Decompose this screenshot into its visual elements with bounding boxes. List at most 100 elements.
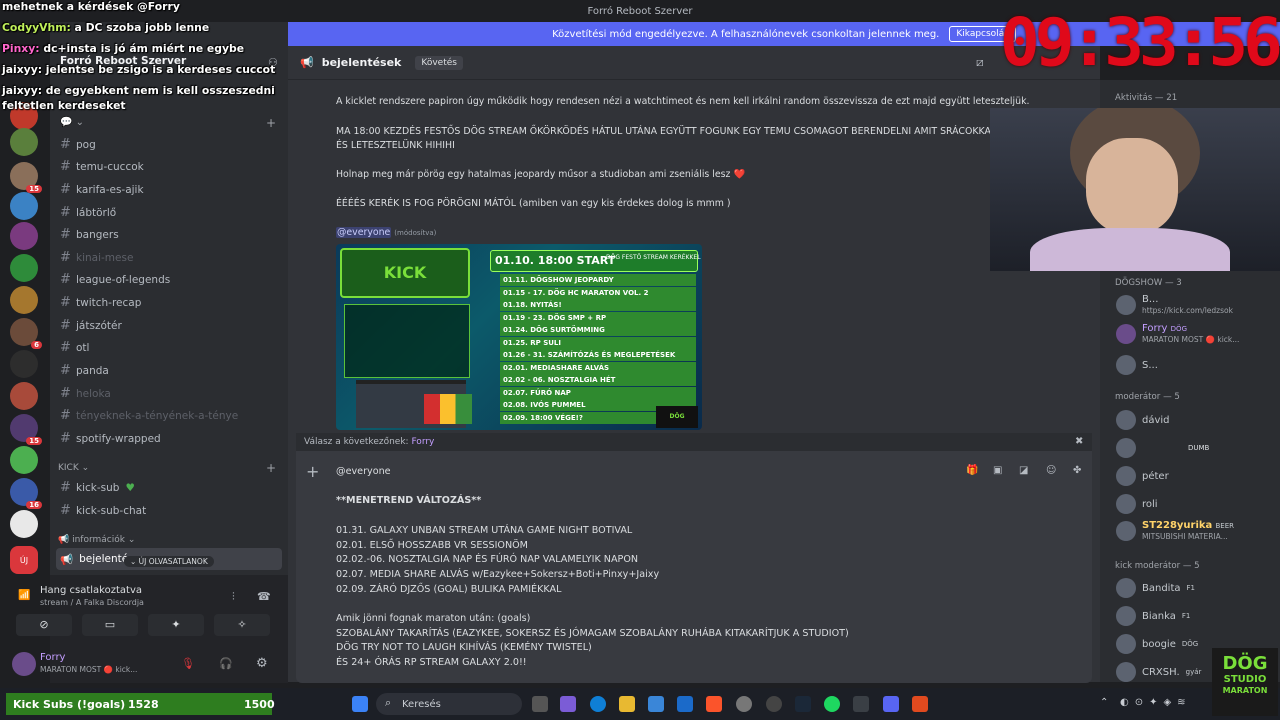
new-unreads-pill[interactable]: ⌄ ÚJ OLVASATLANOK <box>124 556 214 567</box>
gif-icon[interactable]: ▣ <box>993 465 1002 476</box>
schedule-item: 01.26 - 31. SZÁMÍTÓZÁS ÉS MEGLEPETÉSEK <box>500 349 696 361</box>
server-icon[interactable]: 6 <box>10 318 42 349</box>
channel-item[interactable]: # játszótér <box>60 318 122 333</box>
activity-header[interactable]: Aktivitás — 21 <box>1115 93 1177 103</box>
server-icon[interactable] <box>10 128 38 156</box>
member-avatar <box>1116 355 1136 375</box>
taskbar-search[interactable]: ⌕ Keresés <box>376 693 522 715</box>
windows-start-icon[interactable] <box>352 696 368 712</box>
settings-gear-icon[interactable]: ⚙ <box>256 656 268 671</box>
channel-item[interactable]: # kick-sub-chat <box>60 503 146 518</box>
task-view-icon[interactable] <box>532 696 548 712</box>
channel-item[interactable]: # league-of-legends <box>60 272 170 287</box>
category-info[interactable]: 📢 információk ⌄ <box>58 535 135 545</box>
server-icon[interactable] <box>10 382 38 410</box>
noise-suppression-icon[interactable]: ⫶ <box>232 590 235 604</box>
terminal-icon[interactable] <box>853 696 869 712</box>
invite-icon[interactable]: ⚇ <box>268 56 278 69</box>
member-item[interactable]: dávid <box>1116 410 1170 430</box>
github-icon[interactable] <box>766 696 782 712</box>
server-icon[interactable] <box>10 222 38 250</box>
member-item[interactable]: boogie DÖG <box>1116 634 1198 654</box>
close-reply-icon[interactable]: ✖ <box>1075 436 1083 447</box>
spotify-icon[interactable] <box>824 696 840 712</box>
member-item[interactable]: Bianka F1 <box>1116 606 1190 626</box>
new-server-icon[interactable]: ÚJ <box>10 546 38 574</box>
server-icon[interactable] <box>10 510 38 538</box>
server-icon[interactable]: 15 <box>10 414 42 445</box>
channel-item[interactable]: # panda <box>60 363 109 378</box>
message-text: ÉS LETESZTELÜNK HIHIHI <box>336 140 455 151</box>
server-icon[interactable] <box>10 350 38 378</box>
server-icon[interactable] <box>10 446 38 474</box>
member-item[interactable]: péter <box>1116 466 1169 486</box>
member-item[interactable]: B... https://kick.com/ledzsok <box>1116 294 1233 316</box>
channel-item[interactable]: # spotify-wrapped <box>60 431 161 446</box>
obs-icon[interactable] <box>912 696 928 712</box>
channel-item[interactable]: # temu-cuccok <box>60 159 144 174</box>
member-item[interactable]: ST228yurika BEER MITSUBISHI MATERIA... <box>1116 520 1234 542</box>
brave-icon[interactable] <box>706 696 722 712</box>
channel-item[interactable]: # twitch-recap <box>60 295 141 310</box>
everyone-mention[interactable]: @everyone <box>336 227 392 238</box>
server-icon[interactable] <box>10 286 38 314</box>
copilot-icon[interactable] <box>560 696 576 712</box>
channel-item[interactable]: # heloka <box>60 386 111 401</box>
server-icon[interactable] <box>10 254 38 282</box>
voice-channel[interactable]: stream / A Falka Discordja <box>40 598 144 607</box>
gift-icon[interactable]: 🎁 <box>966 465 978 476</box>
settings-icon[interactable] <box>736 696 752 712</box>
camera-off-button[interactable]: ⊘ <box>16 614 72 636</box>
server-icon[interactable]: 15 <box>10 162 42 193</box>
channel-item[interactable]: # tényeknek-a-tényének-a-ténye <box>60 408 238 423</box>
hash-icon: # <box>60 272 71 287</box>
screen-share-button[interactable]: ▭ <box>82 614 138 636</box>
discord-icon[interactable] <box>883 696 899 712</box>
member-item[interactable]: Forry DÖG MARATON MOST 🔴 kick... <box>1116 323 1239 345</box>
add-channel-icon[interactable]: + <box>266 116 276 130</box>
activities-button[interactable]: ✦ <box>148 614 204 636</box>
store-icon[interactable] <box>648 696 664 712</box>
file-explorer-icon[interactable] <box>619 696 635 712</box>
user-name[interactable]: Forry <box>40 652 65 663</box>
server-icon[interactable]: 16 <box>10 478 42 509</box>
tray-expand-icon[interactable]: ⌃ <box>1100 697 1108 708</box>
edge-icon[interactable] <box>590 696 606 712</box>
add-attachment-icon[interactable]: + <box>306 462 319 481</box>
mute-icon[interactable]: 🎙 <box>181 657 195 670</box>
user-avatar[interactable] <box>12 652 36 676</box>
channel-item[interactable]: # otl <box>60 340 89 355</box>
channel-item[interactable]: # kinai-mese <box>60 250 133 265</box>
member-item[interactable]: Bandita F1 <box>1116 578 1195 598</box>
search-placeholder: Keresés <box>402 698 441 710</box>
sticker-icon[interactable]: ◪ <box>1019 465 1028 476</box>
schedule-image[interactable]: KICK 01.10. 18:00 START DÖG FESTŐ STREAM… <box>336 244 702 430</box>
server-name[interactable]: Forró Reboot Szerver <box>60 55 186 67</box>
channel-item[interactable]: # lábtörlő <box>60 205 116 220</box>
server-icon[interactable] <box>10 192 38 220</box>
mail-icon[interactable] <box>677 696 693 712</box>
follow-button[interactable]: Követés <box>415 55 463 70</box>
member-item[interactable]: DUMB <box>1116 438 1209 458</box>
member-status: https://kick.com/ledzsok <box>1142 306 1233 315</box>
system-tray-icons[interactable]: ◐⊙✦◈≋ <box>1120 697 1192 708</box>
steam-icon[interactable] <box>795 696 811 712</box>
member-item[interactable]: roli <box>1116 494 1158 514</box>
apps-icon[interactable]: ✤ <box>1073 465 1081 476</box>
category-collapsed-icon[interactable]: 💬 ⌄ <box>60 117 84 128</box>
channel-item[interactable]: # pog <box>60 137 96 152</box>
channel-item[interactable]: # bangers <box>60 227 119 242</box>
channel-item[interactable]: # karifa-es-ajik <box>60 182 144 197</box>
deafen-icon[interactable]: 🎧 <box>219 657 233 670</box>
member-item[interactable]: S... <box>1116 355 1158 375</box>
server-icon[interactable] <box>10 102 38 130</box>
emoji-icon[interactable]: ☺ <box>1046 465 1056 476</box>
disconnect-icon[interactable]: ☎ <box>257 590 271 603</box>
channel-item[interactable]: # kick-sub ♥ <box>60 480 135 495</box>
category-kick[interactable]: KICK ⌄ <box>58 463 89 473</box>
threads-icon[interactable]: ⧄ <box>976 55 984 70</box>
soundboard-button[interactable]: ✧ <box>214 614 270 636</box>
member-item[interactable]: CRXSH. gyár <box>1116 662 1201 682</box>
voice-status[interactable]: Hang csatlakoztatva <box>40 585 142 596</box>
add-channel-icon[interactable]: + <box>266 461 276 475</box>
